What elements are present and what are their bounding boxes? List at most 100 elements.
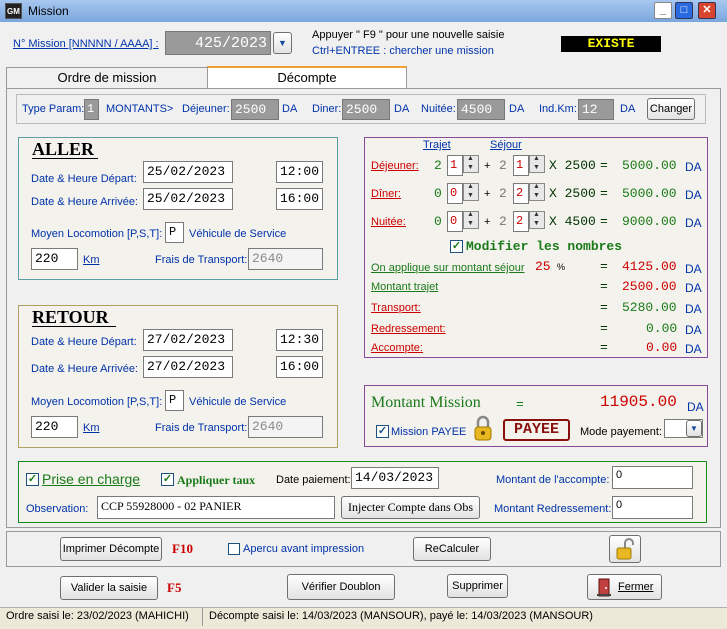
prise-en-charge-label: Prise en charge bbox=[42, 471, 141, 487]
fermer-button[interactable]: Fermer bbox=[587, 574, 662, 600]
dejeuner-sejour-spinner[interactable] bbox=[529, 155, 545, 173]
dejeuner-trajet-spinner[interactable] bbox=[463, 155, 479, 173]
nuitee-sejour-max: 2 bbox=[499, 214, 507, 229]
nuitee-sejour-field[interactable]: 2 bbox=[513, 211, 529, 232]
observation-label: Observation: bbox=[26, 503, 89, 515]
applique-pct: 25 bbox=[535, 259, 551, 274]
maximize-button[interactable]: □ bbox=[675, 2, 693, 19]
unlock-button[interactable] bbox=[609, 535, 641, 563]
retour-depart-date[interactable]: 27/02/2023 bbox=[143, 329, 233, 351]
da-label: DA bbox=[509, 103, 525, 115]
nuitee-rate: X 4500 bbox=[549, 214, 596, 229]
aller-arrivee-time[interactable]: 16:00 bbox=[276, 188, 323, 210]
dejeuner-sejour-field[interactable]: 1 bbox=[513, 155, 529, 176]
dejeuner-param-label: Déjeuner: bbox=[182, 103, 230, 115]
mission-payee-checkbox[interactable]: ✓ bbox=[376, 425, 389, 438]
da-label: DA bbox=[620, 103, 636, 115]
sejour-header: Séjour bbox=[490, 139, 522, 151]
appliquer-taux-label: Appliquer taux bbox=[177, 473, 256, 487]
retour-depart-label: Date & Heure Départ: bbox=[31, 336, 137, 348]
retour-arrivee-label: Date & Heure Arrivée: bbox=[31, 363, 138, 375]
close-button[interactable]: ✕ bbox=[698, 2, 716, 19]
diner-trajet-field[interactable]: 0 bbox=[447, 183, 463, 204]
observation-field[interactable]: CCP 55928000 - 02 PANIER bbox=[97, 496, 335, 519]
payee-stamp: PAYEE bbox=[503, 419, 570, 441]
aller-frais-field[interactable]: 2640 bbox=[248, 248, 323, 270]
montants-label: MONTANTS> bbox=[106, 103, 174, 115]
dejeuner-sejour-max: 2 bbox=[499, 158, 507, 173]
aller-km-field[interactable]: 220 bbox=[31, 248, 78, 270]
nuitee-trajet-spinner[interactable] bbox=[463, 211, 479, 229]
tab-decompte[interactable]: Décompte bbox=[207, 66, 407, 90]
type-param-field[interactable]: 1 bbox=[84, 99, 99, 120]
aller-moyen-field[interactable]: P bbox=[165, 222, 184, 243]
montant-accompte-field[interactable]: 0 bbox=[612, 466, 693, 489]
retour-moyen-label: Moyen Locomotion [P,S,T]: bbox=[31, 396, 163, 408]
retour-arrivee-time[interactable]: 16:00 bbox=[276, 356, 323, 378]
nuitee-param-label: Nuitée: bbox=[421, 103, 456, 115]
date-paiement-field[interactable]: 14/03/2023 bbox=[351, 467, 439, 489]
applique-label: On applique sur montant séjour bbox=[371, 262, 525, 274]
retour-arrivee-date[interactable]: 27/02/2023 bbox=[143, 356, 233, 378]
applique-value: 4125.00 bbox=[622, 259, 677, 274]
tab-ordre-de-mission[interactable]: Ordre de mission bbox=[6, 67, 208, 89]
diner-sejour-field[interactable]: 2 bbox=[513, 183, 529, 204]
da-label: DA bbox=[685, 160, 702, 174]
aller-moyen-desc: Véhicule de Service bbox=[189, 228, 287, 240]
mission-payee-label: Mission PAYEE bbox=[391, 426, 467, 438]
aller-depart-date[interactable]: 25/02/2023 bbox=[143, 161, 233, 183]
nuitee-trajet-max: 0 bbox=[434, 214, 442, 229]
status-decompte: Décompte saisi le: 14/03/2023 (MANSOUR),… bbox=[209, 610, 593, 622]
diner-param-field[interactable]: 2500 bbox=[342, 99, 390, 120]
aller-arrivee-label: Date & Heure Arrivée: bbox=[31, 196, 138, 208]
plus-sign: + bbox=[484, 160, 491, 172]
dejeuner-trajet-field[interactable]: 1 bbox=[447, 155, 463, 176]
montant-mission-value: 11905.00 bbox=[600, 393, 677, 411]
recalculer-button[interactable]: ReCalculer bbox=[413, 537, 491, 561]
minimize-button[interactable]: _ bbox=[654, 2, 672, 19]
aller-arrivee-date[interactable]: 25/02/2023 bbox=[143, 188, 233, 210]
imprimer-decompte-button[interactable]: Imprimer Décompte bbox=[60, 537, 162, 561]
accompte-value: 0.00 bbox=[646, 340, 678, 355]
diner-trajet-spinner[interactable] bbox=[463, 183, 479, 201]
chevron-down-icon[interactable]: ▼ bbox=[686, 420, 702, 437]
diner-sejour-spinner[interactable] bbox=[529, 183, 545, 201]
aller-km-label: Km bbox=[83, 254, 100, 266]
equals-sign: = bbox=[600, 158, 608, 173]
retour-frais-field[interactable]: 2640 bbox=[248, 416, 323, 438]
verifier-doublon-button[interactable]: Vérifier Doublon bbox=[287, 574, 395, 600]
title-bar: GM Mission _ □ ✕ bbox=[0, 0, 727, 22]
retour-depart-time[interactable]: 12:30 bbox=[276, 329, 323, 351]
type-param-label: Type Param: bbox=[22, 103, 85, 115]
injecter-compte-button[interactable]: Injecter Compte dans Obs bbox=[341, 496, 480, 519]
dejeuner-param-field[interactable]: 2500 bbox=[231, 99, 279, 120]
aller-depart-time[interactable]: 12:00 bbox=[276, 161, 323, 183]
changer-button[interactable]: Changer bbox=[647, 98, 695, 120]
retour-moyen-field[interactable]: P bbox=[165, 390, 184, 411]
diner-total: 5000.00 bbox=[622, 186, 677, 201]
montant-redressement-field[interactable]: 0 bbox=[612, 496, 693, 519]
nuitee-param-field[interactable]: 4500 bbox=[457, 99, 505, 120]
apercu-checkbox[interactable] bbox=[228, 543, 240, 555]
dejeuner-total: 5000.00 bbox=[622, 158, 677, 173]
trajet-sum-label: Montant trajet bbox=[371, 281, 439, 293]
mission-dropdown-button[interactable]: ▼ bbox=[273, 32, 292, 54]
supprimer-button[interactable]: Supprimer bbox=[447, 574, 508, 598]
plus-sign: + bbox=[484, 188, 491, 200]
nuitee-trajet-field[interactable]: 0 bbox=[447, 211, 463, 232]
retour-moyen-desc: Véhicule de Service bbox=[189, 396, 287, 408]
mission-number-field[interactable]: 425/2023 bbox=[165, 31, 271, 55]
valider-saisie-button[interactable]: Valider la saisie bbox=[60, 576, 158, 600]
mission-number-label: N° Mission [NNNNN / AAAA] : bbox=[13, 38, 159, 50]
retour-km-field[interactable]: 220 bbox=[31, 416, 78, 438]
indkm-param-field[interactable]: 12 bbox=[578, 99, 614, 120]
dejeuner-rate: X 2500 bbox=[549, 158, 596, 173]
diner-param-label: Diner: bbox=[312, 103, 342, 115]
montant-redressement-label: Montant Redressement: bbox=[494, 503, 612, 515]
diner-sejour-max: 2 bbox=[499, 186, 507, 201]
prise-en-charge-checkbox[interactable]: ✓ bbox=[26, 473, 39, 486]
nuitee-sejour-spinner[interactable] bbox=[529, 211, 545, 229]
appliquer-taux-checkbox[interactable]: ✓ bbox=[161, 473, 174, 486]
modifier-checkbox[interactable]: ✓ bbox=[450, 240, 463, 253]
transport-value: 5280.00 bbox=[622, 300, 677, 315]
